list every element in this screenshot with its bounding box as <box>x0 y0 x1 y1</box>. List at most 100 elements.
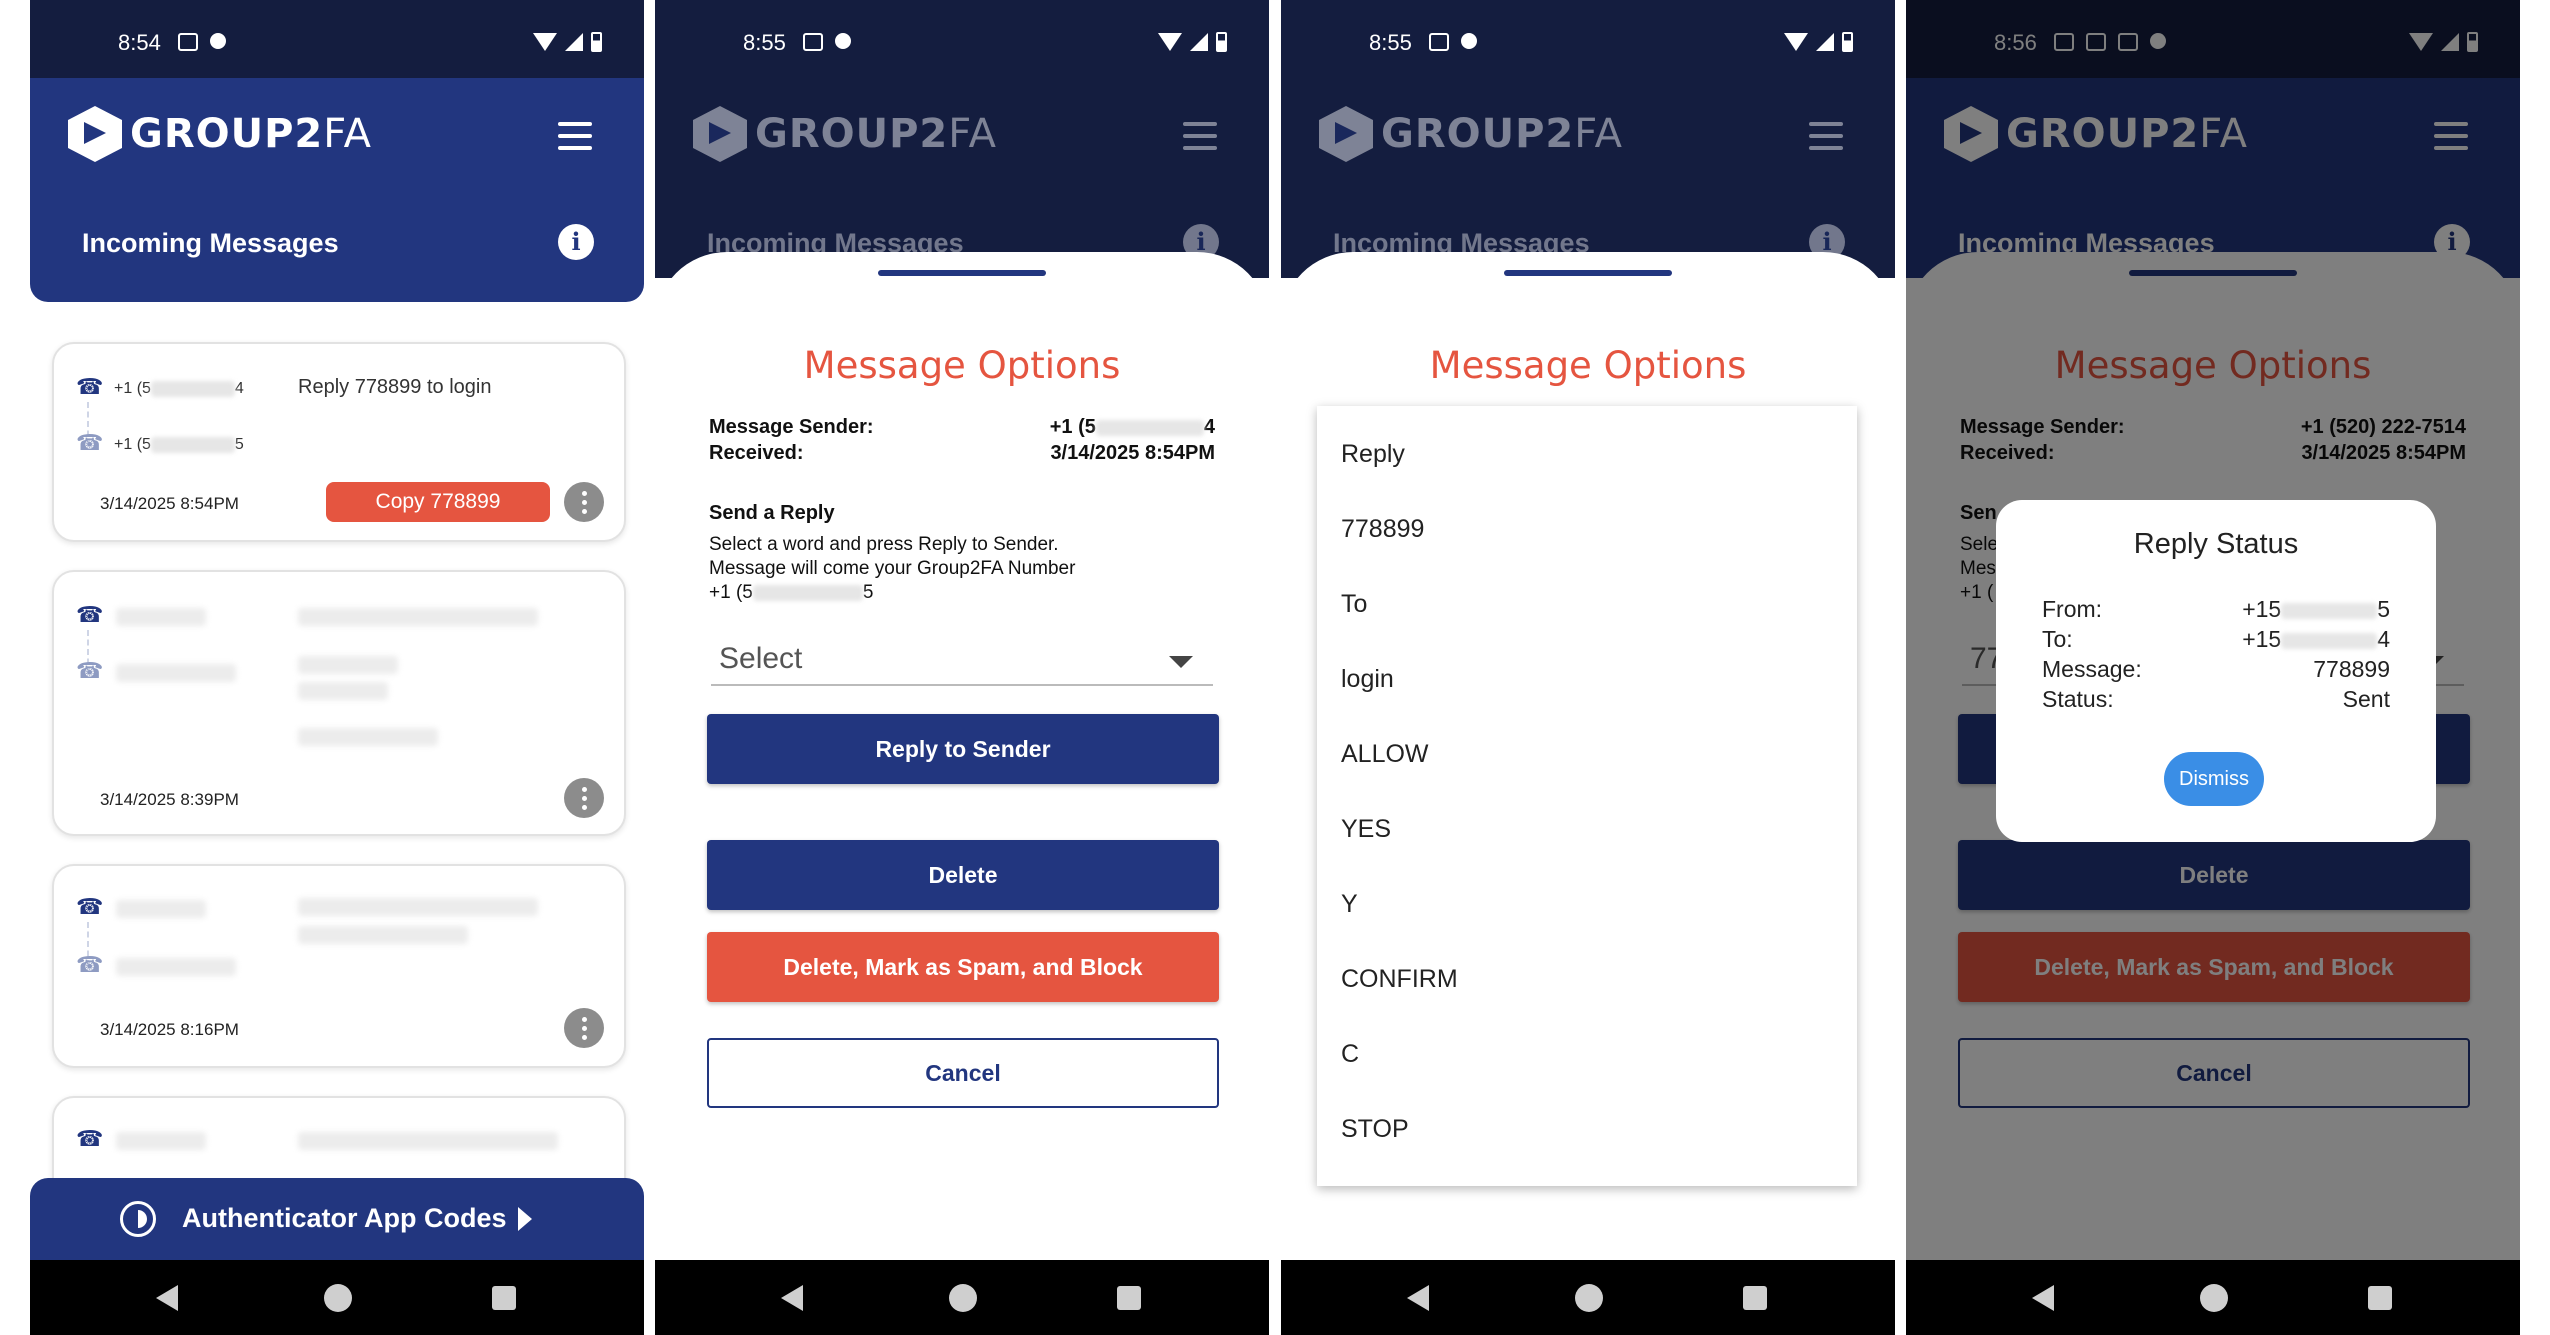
group2fa-logo-icon <box>1319 106 1373 162</box>
home-icon[interactable] <box>949 1284 977 1312</box>
battery-icon <box>1842 32 1853 52</box>
message-value: 778899 <box>2313 656 2390 682</box>
cancel-button[interactable]: Cancel <box>707 1038 1219 1108</box>
to-value: +15 4 <box>2242 626 2390 652</box>
delete-spam-block-button[interactable]: Delete, Mark as Spam, and Block <box>707 932 1219 1002</box>
wifi-icon <box>533 33 557 51</box>
message-card[interactable]: 3/14/2025 8:16PM <box>52 864 626 1068</box>
brand-thin: FA <box>1574 111 1623 157</box>
brand-thin: FA <box>323 111 372 157</box>
reply-status-dialog: Reply Status From: +15 5 To: +15 4 Message… <box>1996 500 2436 842</box>
send-reply-heading: Send a Reply <box>709 502 835 524</box>
signal-icon <box>1190 33 1208 51</box>
message-text: Reply 778899 to login <box>298 376 492 398</box>
phone-screen-reply-dropdown: 8:55 GROUP2FA Incoming Messages i Messag… <box>1281 0 1895 1335</box>
dropdown-option[interactable]: STOP <box>1341 1115 1409 1144</box>
recipient-phone-icon <box>76 660 98 682</box>
home-icon[interactable] <box>1575 1284 1603 1312</box>
from-value: +15 5 <box>2242 596 2390 622</box>
wifi-icon <box>1158 33 1182 51</box>
dropdown-option[interactable]: YES <box>1341 815 1391 844</box>
recipient-phone-icon <box>76 954 98 976</box>
reply-word-select[interactable]: Select <box>711 634 1213 686</box>
reply-to-sender-button[interactable]: Reply to Sender <box>707 714 1219 784</box>
dropdown-option[interactable]: Y <box>1341 890 1358 919</box>
status-value: Sent <box>2342 686 2390 712</box>
phone-screen-message-options: 8:55 GROUP2FA Incoming Messages i Messag… <box>655 0 1269 1335</box>
battery-icon <box>591 32 602 52</box>
message-card[interactable]: +1 (54 +1 (55 Reply 778899 to login 3/14… <box>52 342 626 542</box>
back-icon[interactable] <box>2032 1285 2054 1311</box>
app-header: GROUP2FA Incoming Messages i <box>1281 78 1895 278</box>
more-options-icon[interactable] <box>564 482 604 522</box>
incoming-phone-icon <box>76 896 98 918</box>
dismiss-button[interactable]: Dismiss <box>2164 752 2264 806</box>
app-header: GROUP2FA Incoming Messages i <box>655 78 1269 278</box>
recent-apps-icon[interactable] <box>1117 1286 1141 1310</box>
system-nav-bar <box>30 1260 644 1335</box>
app-logo: GROUP2FA <box>68 106 372 162</box>
more-options-icon[interactable] <box>564 1008 604 1048</box>
group2fa-logo-icon <box>693 106 747 162</box>
sender-label: Message Sender: <box>709 416 874 438</box>
sheet-title: Message Options <box>1429 344 1747 387</box>
authenticator-label: Authenticator App Codes <box>182 1203 507 1233</box>
dialog-title: Reply Status <box>2133 528 2299 560</box>
message-card[interactable]: 3/14/2025 8:39PM <box>52 570 626 836</box>
received-label: Received: <box>709 442 804 464</box>
brand-bold: GROUP2 <box>755 111 949 157</box>
hamburger-menu-icon <box>1183 122 1217 150</box>
mail-notification-icon <box>178 33 198 51</box>
copy-code-button[interactable]: Copy 778899 <box>326 482 550 522</box>
recent-apps-icon[interactable] <box>1743 1286 1767 1310</box>
more-options-icon[interactable] <box>564 778 604 818</box>
status-time: 8:55 <box>743 30 786 55</box>
group2fa-logo-icon <box>68 106 122 162</box>
sheet-drag-handle[interactable] <box>1504 270 1672 276</box>
dropdown-option[interactable]: C <box>1341 1040 1359 1069</box>
authenticator-codes-bar[interactable]: Authenticator App Codes <box>30 1178 644 1260</box>
status-bar: 8:55 <box>655 0 1269 78</box>
app-notification-icon <box>835 33 851 49</box>
brand-bold: GROUP2 <box>1381 111 1575 157</box>
message-label: Message: <box>2042 656 2142 682</box>
app-notification-icon <box>1461 33 1477 49</box>
back-icon[interactable] <box>156 1285 178 1311</box>
phone-screen-reply-status: 8:56 GROUP2FA Incoming Messages i Messag… <box>1906 0 2520 1335</box>
incoming-phone-icon <box>76 604 98 626</box>
dropdown-option[interactable]: login <box>1341 665 1394 694</box>
hamburger-menu-icon <box>1809 122 1843 150</box>
status-time: 8:55 <box>1369 30 1412 55</box>
recent-apps-icon[interactable] <box>492 1286 516 1310</box>
recipient-number: +1 (5 5 <box>114 436 244 453</box>
system-nav-bar <box>655 1260 1269 1335</box>
to-label: To: <box>2042 626 2073 652</box>
sheet-drag-handle[interactable] <box>878 270 1046 276</box>
status-bar: 8:55 <box>1281 0 1895 78</box>
received-value: 3/14/2025 8:54PM <box>1050 442 1215 464</box>
from-label: From: <box>2042 596 2103 622</box>
dropdown-caret-icon <box>1169 656 1193 668</box>
battery-icon <box>1216 32 1227 52</box>
sender-value: +1 (5 4 <box>1049 416 1215 438</box>
wifi-icon <box>1784 33 1808 51</box>
signal-icon <box>565 33 583 51</box>
reply-word-dropdown: Reply 778899 To login ALLOW YES Y CONFIR… <box>1317 406 1857 1186</box>
info-icon[interactable]: i <box>558 224 594 260</box>
hamburger-menu-icon[interactable] <box>558 122 592 150</box>
message-options-sheet: Message Options Message Sender: +1 (5 4 R… <box>655 252 1269 1260</box>
app-logo: GROUP2FA <box>693 106 997 162</box>
back-icon[interactable] <box>781 1285 803 1311</box>
dropdown-option[interactable]: CONFIRM <box>1341 965 1458 994</box>
home-icon[interactable] <box>2200 1284 2228 1312</box>
dropdown-option[interactable]: ALLOW <box>1341 740 1429 769</box>
delete-button[interactable]: Delete <box>707 840 1219 910</box>
dropdown-option[interactable]: 778899 <box>1341 515 1424 544</box>
dropdown-option[interactable]: To <box>1341 590 1367 619</box>
back-icon[interactable] <box>1407 1285 1429 1311</box>
home-icon[interactable] <box>324 1284 352 1312</box>
status-bar: 8:54 <box>30 0 644 78</box>
recent-apps-icon[interactable] <box>2368 1286 2392 1310</box>
recipient-phone-icon <box>76 432 98 454</box>
dropdown-option[interactable]: Reply <box>1341 440 1405 469</box>
